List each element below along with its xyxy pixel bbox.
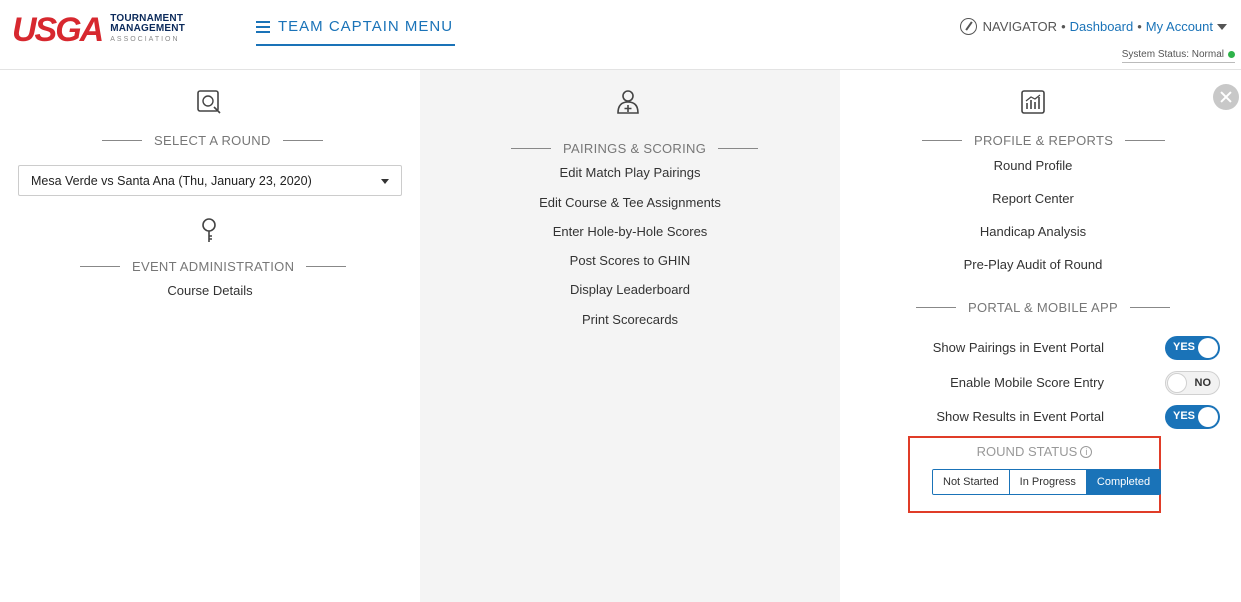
toggle-knob bbox=[1167, 373, 1187, 393]
select-round-heading: SELECT A ROUND bbox=[102, 133, 323, 148]
profile-reports-heading: PROFILE & REPORTS bbox=[922, 133, 1166, 148]
round-status-panel: ROUND STATUS i Not Started In Progress C… bbox=[908, 436, 1162, 513]
toggle-knob bbox=[1198, 407, 1218, 427]
top-header: USGA TOURNAMENT MANAGEMENT ASSOCIATION T… bbox=[0, 0, 1241, 70]
my-account-link[interactable]: My Account bbox=[1146, 19, 1213, 34]
status-dot-icon bbox=[1228, 51, 1235, 58]
enter-hole-scores-link[interactable]: Enter Hole-by-Hole Scores bbox=[480, 224, 780, 239]
team-captain-menu-label: TEAM CAPTAIN MENU bbox=[278, 18, 454, 35]
round-status-heading: ROUND STATUS i bbox=[910, 444, 1159, 459]
report-chart-icon bbox=[1021, 90, 1045, 114]
usga-logo[interactable]: USGA TOURNAMENT MANAGEMENT ASSOCIATION bbox=[12, 10, 185, 49]
toggle-label: Show Pairings in Event Portal bbox=[932, 340, 1104, 355]
round-status-segmented-control: Not Started In Progress Completed bbox=[932, 469, 1162, 495]
mobile-score-entry-toggle[interactable]: NO bbox=[1165, 371, 1220, 395]
handicap-analysis-link[interactable]: Handicap Analysis bbox=[933, 224, 1133, 239]
toggle-knob bbox=[1198, 338, 1218, 358]
logo-tagline: TOURNAMENT MANAGEMENT ASSOCIATION bbox=[110, 14, 185, 45]
toggle-label: Show Results in Event Portal bbox=[936, 409, 1104, 424]
system-status[interactable]: System Status: Normal bbox=[1121, 49, 1235, 63]
course-details-link[interactable]: Course Details bbox=[140, 283, 280, 298]
print-scorecards-link[interactable]: Print Scorecards bbox=[480, 312, 780, 327]
pre-play-audit-link[interactable]: Pre-Play Audit of Round bbox=[933, 257, 1133, 272]
caret-down-icon[interactable] bbox=[1217, 23, 1227, 30]
round-profile-link[interactable]: Round Profile bbox=[933, 158, 1133, 173]
toggle-label: Enable Mobile Score Entry bbox=[950, 375, 1104, 390]
toggle-row-results: Show Results in Event Portal YES bbox=[900, 405, 1230, 429]
navigator-label: NAVIGATOR bbox=[982, 19, 1058, 34]
info-icon[interactable]: i bbox=[1080, 445, 1093, 458]
round-select-value: Mesa Verde vs Santa Ana (Thu, January 23… bbox=[31, 174, 312, 188]
toggle-row-mobile: Enable Mobile Score Entry NO bbox=[900, 371, 1230, 395]
top-nav: NAVIGATOR • Dashboard • My Account bbox=[959, 18, 1227, 35]
edit-match-play-pairings-link[interactable]: Edit Match Play Pairings bbox=[480, 165, 780, 180]
nav-separator: • bbox=[1137, 19, 1142, 34]
edit-course-tee-assignments-link[interactable]: Edit Course & Tee Assignments bbox=[480, 195, 780, 210]
status-in-progress-button[interactable]: In Progress bbox=[1009, 470, 1087, 494]
report-center-link[interactable]: Report Center bbox=[933, 191, 1133, 206]
show-results-toggle[interactable]: YES bbox=[1165, 405, 1220, 429]
system-status-text: System Status: Normal bbox=[1121, 49, 1224, 60]
add-user-icon bbox=[617, 90, 639, 114]
close-icon[interactable] bbox=[1213, 84, 1239, 110]
event-administration-heading: EVENT ADMINISTRATION bbox=[80, 259, 347, 274]
round-select-dropdown[interactable]: Mesa Verde vs Santa Ana (Thu, January 23… bbox=[18, 165, 402, 196]
show-pairings-toggle[interactable]: YES bbox=[1165, 336, 1220, 360]
post-scores-ghin-link[interactable]: Post Scores to GHIN bbox=[480, 253, 780, 268]
portal-mobile-heading: PORTAL & MOBILE APP bbox=[916, 300, 1170, 315]
status-not-started-button[interactable]: Not Started bbox=[933, 470, 1010, 494]
compass-icon bbox=[959, 18, 977, 35]
dashboard-link[interactable]: Dashboard bbox=[1070, 19, 1134, 34]
display-leaderboard-link[interactable]: Display Leaderboard bbox=[480, 282, 780, 297]
toggle-row-pairings: Show Pairings in Event Portal YES bbox=[900, 336, 1230, 360]
chevron-down-icon bbox=[381, 179, 389, 184]
team-captain-menu-button[interactable]: TEAM CAPTAIN MENU bbox=[256, 18, 456, 46]
key-icon bbox=[202, 218, 216, 242]
status-completed-button[interactable]: Completed bbox=[1086, 470, 1161, 494]
round-select-icon bbox=[197, 90, 221, 114]
pairings-scoring-heading: PAIRINGS & SCORING bbox=[511, 141, 759, 156]
nav-separator: • bbox=[1061, 19, 1066, 34]
logo-line-3: ASSOCIATION bbox=[110, 36, 180, 43]
logo-wordmark: USGA bbox=[12, 10, 104, 49]
logo-line-2: MANAGEMENT bbox=[110, 23, 186, 34]
hamburger-icon bbox=[256, 21, 270, 36]
